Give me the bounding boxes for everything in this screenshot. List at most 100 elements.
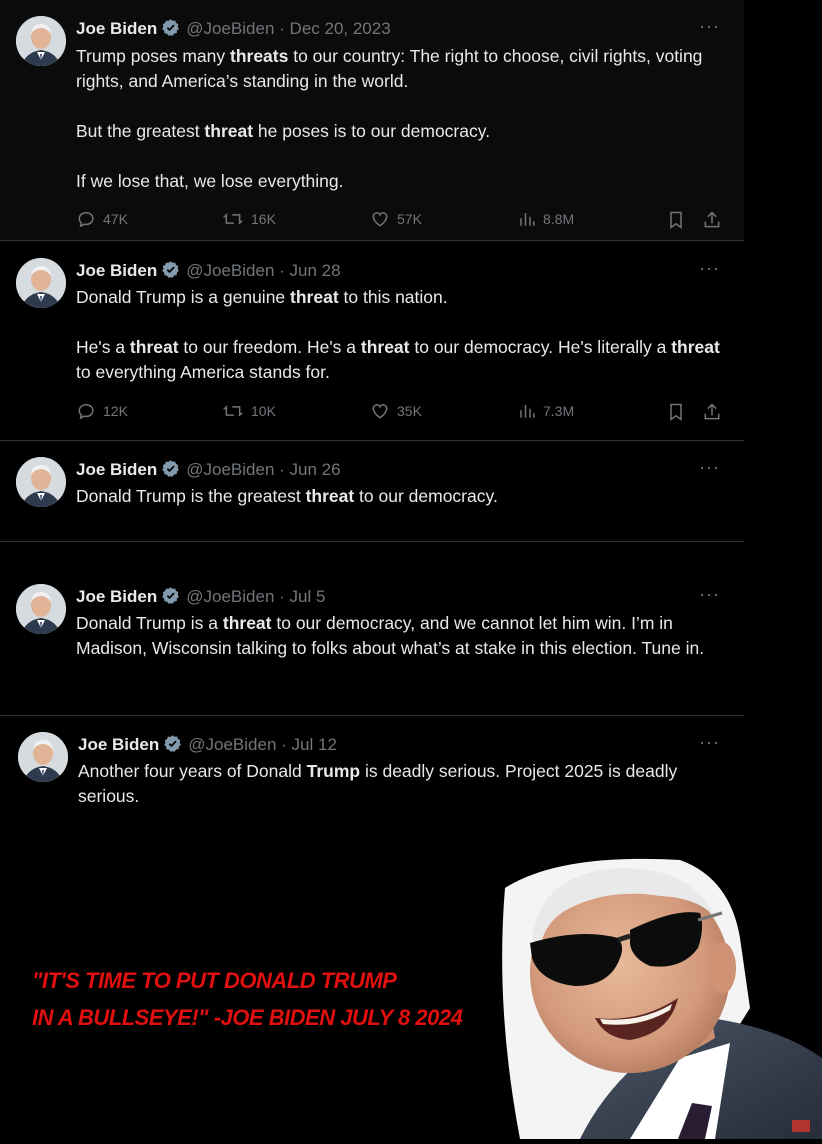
tweet[interactable]: Joe Biden @JoeBiden · Jul 12 ··· Another … (0, 716, 744, 816)
more-icon[interactable]: ··· (699, 457, 720, 478)
tweet-text: Donald Trump is a genuine threat to this… (76, 285, 728, 385)
like-icon (370, 209, 390, 229)
bold-text: threat (204, 121, 254, 141)
author-name[interactable]: Joe Biden (78, 735, 159, 754)
tweet-date[interactable]: Jun 26 (290, 460, 341, 479)
author-handle[interactable]: @JoeBiden (186, 587, 274, 606)
text-run: to our freedom. He's a (178, 337, 361, 357)
more-icon[interactable]: ··· (699, 16, 720, 37)
view-count: 7.3M (543, 403, 575, 419)
caption-line-2: IN A BULLSEYE!" -JOE BIDEN JULY 8 2024 (32, 1005, 463, 1030)
like-button[interactable]: 35K (370, 401, 422, 421)
tweet-text: Donald Trump is a threat to our democrac… (76, 611, 728, 661)
tweet-date[interactable]: Jun 28 (290, 261, 341, 280)
author-name[interactable]: Joe Biden (76, 460, 157, 479)
like-icon (370, 401, 390, 421)
text-run: Another four years of Donald (78, 761, 307, 781)
tweet-text: Donald Trump is the greatest threat to o… (76, 484, 728, 509)
like-count: 57K (397, 211, 422, 227)
reply-icon (76, 209, 96, 229)
more-icon[interactable]: ··· (699, 584, 720, 605)
tweet[interactable]: Joe Biden @JoeBiden · Jun 26 ··· Donald T… (0, 441, 744, 542)
bold-text: threat (305, 486, 355, 506)
caption-line-1: "IT'S TIME TO PUT DONALD TRUMP (32, 968, 397, 993)
tweet-paragraph: Trump poses many threats to our country:… (76, 44, 728, 94)
verified-badge-icon (161, 459, 180, 483)
repost-count: 16K (251, 211, 276, 227)
tweet-header: Joe Biden @JoeBiden · Jun 28 (76, 260, 341, 284)
separator-dot: · (279, 19, 285, 38)
views-icon (518, 401, 536, 421)
author-handle[interactable]: @JoeBiden (186, 460, 274, 479)
more-icon[interactable]: ··· (699, 732, 720, 753)
author-handle[interactable]: @JoeBiden (188, 735, 276, 754)
text-run: to our democracy. He's literally a (409, 337, 672, 357)
verified-badge-icon (161, 18, 180, 42)
tweet-date[interactable]: Dec 20, 2023 (290, 19, 391, 38)
text-run: Donald Trump is a genuine (76, 287, 291, 307)
text-run: Donald Trump is a (76, 613, 223, 633)
share-button[interactable] (702, 401, 722, 423)
text-run: Donald Trump is the greatest (76, 486, 306, 506)
tweet[interactable]: Joe Biden @JoeBiden · Jun 28 ··· Donald T… (0, 241, 744, 441)
bookmark-button[interactable] (666, 401, 686, 423)
tweet-date[interactable]: Jul 5 (290, 587, 326, 606)
views-icon (518, 209, 536, 229)
bookmark-icon (666, 209, 686, 231)
reply-button[interactable]: 12K (76, 401, 128, 421)
author-name[interactable]: Joe Biden (76, 587, 157, 606)
tweet-header: Joe Biden @JoeBiden · Jun 26 (76, 459, 341, 483)
author-name[interactable]: Joe Biden (76, 19, 157, 38)
bold-text: threat (671, 337, 720, 357)
bold-text: threat (129, 337, 179, 357)
tweet-paragraph: If we lose that, we lose everything. (76, 169, 728, 194)
bold-text: Trump (306, 761, 361, 781)
sunglasses-portrait-image (500, 858, 822, 1139)
avatar[interactable] (16, 584, 66, 634)
tweet-paragraph: He's a threat to our freedom. He's a thr… (76, 335, 728, 385)
share-button[interactable] (702, 209, 722, 231)
like-count: 35K (397, 403, 422, 419)
background-fill (744, 0, 822, 600)
separator-dot: · (279, 587, 285, 606)
repost-button[interactable]: 10K (222, 401, 276, 421)
tweet[interactable]: Joe Biden @JoeBiden · Jul 5 ··· Donald Tr… (0, 568, 744, 716)
text-run: to everything America stands for. (76, 362, 330, 382)
avatar[interactable] (18, 732, 68, 782)
like-button[interactable]: 57K (370, 209, 422, 229)
views-button[interactable]: 7.3M (518, 401, 574, 421)
views-button[interactable]: 8.8M (518, 209, 574, 229)
reply-button[interactable]: 47K (76, 209, 128, 229)
avatar[interactable] (16, 457, 66, 507)
tweet-text: Another four years of Donald Trump is de… (78, 759, 728, 809)
text-run: to our democracy. (354, 486, 498, 506)
share-icon (702, 401, 722, 423)
separator-dot: · (279, 261, 285, 280)
tweet[interactable]: Joe Biden @JoeBiden · Dec 20, 2023 ··· Tr… (0, 0, 744, 241)
separator-dot: · (279, 460, 285, 479)
tweet-header: Joe Biden @JoeBiden · Jul 12 (78, 734, 337, 758)
avatar[interactable] (16, 258, 66, 308)
meme-caption: "IT'S TIME TO PUT DONALD TRUMP IN A BULL… (32, 962, 463, 1036)
view-count: 8.8M (543, 211, 575, 227)
author-handle[interactable]: @JoeBiden (186, 261, 274, 280)
bold-text: threat (360, 337, 410, 357)
tweet-text: Trump poses many threats to our country:… (76, 44, 728, 194)
tweet-date[interactable]: Jul 12 (292, 735, 337, 754)
bookmark-button[interactable] (666, 209, 686, 231)
author-handle[interactable]: @JoeBiden (186, 19, 274, 38)
tweet-paragraph: Donald Trump is a genuine threat to this… (76, 285, 728, 310)
author-name[interactable]: Joe Biden (76, 261, 157, 280)
share-icon (702, 209, 722, 231)
repost-button[interactable]: 16K (222, 209, 276, 229)
tweet-header: Joe Biden @JoeBiden · Dec 20, 2023 (76, 18, 391, 42)
tweet-header: Joe Biden @JoeBiden · Jul 5 (76, 586, 325, 610)
tweet-paragraph: Another four years of Donald Trump is de… (78, 759, 728, 809)
bold-text: threat (290, 287, 339, 307)
text-run: He's a (76, 337, 130, 357)
avatar[interactable] (16, 16, 66, 66)
bold-text: threat (222, 613, 272, 633)
action-bar: 12K 10K 35K 7.3M (76, 401, 724, 425)
tweet-paragraph: Donald Trump is the greatest threat to o… (76, 484, 728, 509)
more-icon[interactable]: ··· (699, 258, 720, 279)
